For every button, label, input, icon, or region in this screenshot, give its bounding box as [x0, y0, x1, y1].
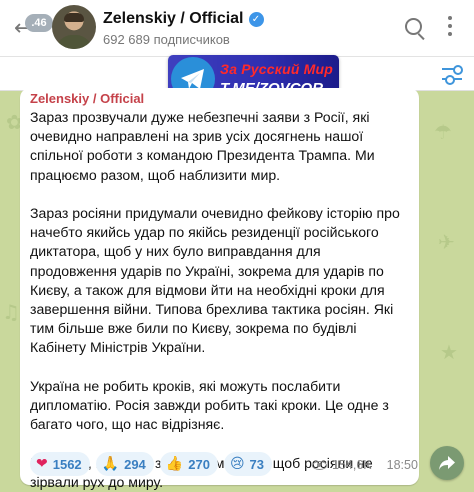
crying-face-icon: 😢 [229, 456, 245, 472]
message-meta: 154,6K 18:50 [312, 458, 418, 472]
unread-count-badge: .46 [25, 14, 53, 32]
channel-avatar[interactable] [52, 5, 96, 49]
search-icon [405, 18, 422, 35]
message-paragraph: Україна не робить кроків, які можуть пос… [30, 377, 389, 433]
background-doodle: ☂ [434, 120, 452, 144]
more-menu-button[interactable] [440, 12, 460, 42]
more-vertical-icon [448, 16, 452, 20]
eye-icon [312, 460, 327, 470]
view-count: 154,6K [332, 458, 372, 472]
reaction-thumbs-up[interactable]: 👍 270 [159, 452, 218, 476]
verified-check-icon: ✓ [248, 11, 264, 27]
reaction-count: 73 [249, 456, 265, 472]
praying-hands-icon: 🙏 [101, 456, 120, 472]
background-doodle: ✈ [438, 230, 455, 254]
back-button[interactable]: ← .46 [4, 6, 56, 50]
share-arrow-icon [439, 456, 455, 470]
subscriber-count: 692 689 подписчиков [103, 32, 230, 47]
background-doodle: ♫ [2, 300, 20, 324]
chat-header: ← .46 Zelenskiy / Official ✓ 692 689 под… [0, 0, 474, 57]
reaction-crying[interactable]: 😢 73 [223, 452, 273, 476]
reaction-count: 270 [188, 456, 210, 472]
reaction-heart[interactable]: ❤ 1562 [30, 452, 90, 476]
reaction-pray[interactable]: 🙏 294 [95, 452, 154, 476]
message-author[interactable]: Zelenskiy / Official [30, 90, 409, 108]
avatar-hair [64, 13, 84, 22]
channel-title[interactable]: Zelenskiy / Official ✓ [103, 10, 264, 28]
sliders-icon-knob [453, 65, 463, 75]
message-bubble[interactable]: Zelenskiy / Official Зараз прозвучали ду… [20, 88, 419, 490]
filter-button[interactable] [442, 65, 466, 85]
channel-name: Zelenskiy / Official [103, 10, 244, 27]
share-button[interactable] [430, 446, 464, 480]
search-icon-handle [417, 33, 425, 41]
more-vertical-icon [448, 32, 452, 36]
message-paragraph: Зараз росіяни придумали очевидно фейкову… [30, 205, 400, 356]
avatar-shirt [56, 35, 92, 49]
message-time: 18:50 [386, 458, 418, 472]
reaction-count: 294 [124, 456, 146, 472]
more-vertical-icon [448, 24, 452, 28]
message-paragraph: Зараз прозвучали дуже небезпечні заяви з… [30, 109, 375, 183]
reaction-count: 1562 [52, 456, 82, 472]
heart-icon: ❤ [36, 456, 48, 472]
reactions-row: ❤ 1562 🙏 294 👍 270 😢 73 [30, 452, 273, 476]
thumbs-up-icon: 👍 [165, 456, 184, 472]
background-doodle: ★ [440, 340, 458, 364]
promo-title: За Русский Мир [220, 61, 334, 77]
search-button[interactable] [400, 14, 430, 44]
sliders-icon-knob [445, 75, 455, 85]
